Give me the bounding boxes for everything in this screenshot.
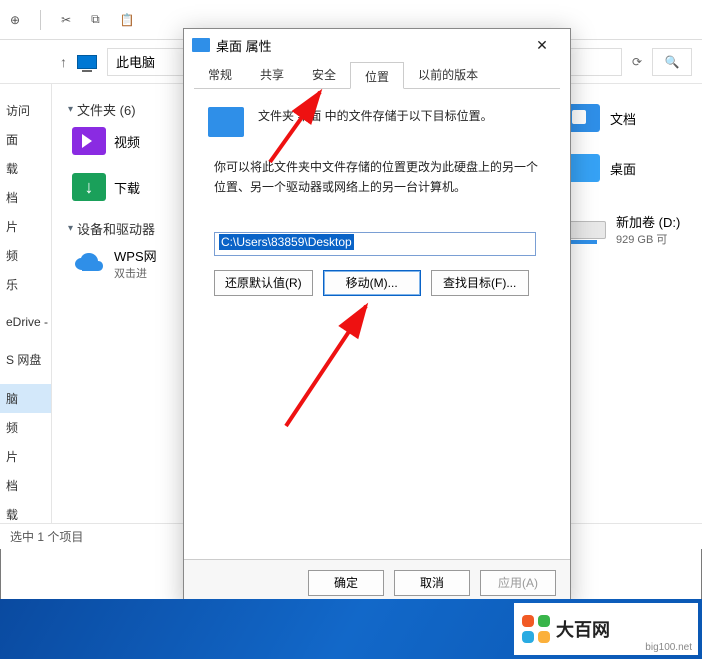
copy-icon[interactable]: ⧉ [91, 12, 100, 27]
sidebar-item[interactable]: 访问 [0, 96, 51, 125]
tab-sharing[interactable]: 共享 [246, 61, 298, 88]
watermark-logo-icon [522, 615, 550, 643]
sidebar-item[interactable]: 档 [0, 183, 51, 212]
folder-icon [192, 38, 210, 52]
drive-wps[interactable]: WPS网 双击进 [68, 242, 161, 285]
group-devices-label: 设备和驱动器 [77, 219, 155, 238]
restore-default-button[interactable]: 还原默认值(R) [214, 270, 313, 296]
desktop-folder-icon [566, 154, 600, 182]
video-folder-icon [72, 127, 106, 155]
drive-label: 新加卷 (D:) [616, 212, 680, 231]
dialog-titlebar[interactable]: 桌面 属性 ✕ [184, 29, 570, 61]
desktop-folder-icon [208, 107, 244, 137]
folder-downloads[interactable]: 下载 [68, 169, 144, 205]
group-folders-label: 文件夹 (6) [77, 100, 136, 119]
find-target-button[interactable]: 查找目标(F)... [431, 270, 529, 296]
folder-desktop[interactable]: 桌面 [566, 154, 686, 182]
cut-icon[interactable]: ✂ [61, 13, 71, 27]
new-icon[interactable]: ⊕ [10, 13, 20, 27]
statusbar-text: 选中 1 个项目 [10, 528, 83, 545]
folder-label: 桌面 [610, 159, 636, 178]
paste-icon[interactable]: 📋 [120, 13, 135, 27]
properties-dialog: 桌面 属性 ✕ 常规 共享 安全 位置 以前的版本 文件夹 桌面 中的文件存储于… [183, 28, 571, 606]
separator [40, 10, 41, 30]
search-input[interactable]: 🔍 [652, 48, 692, 76]
drive-icon [566, 221, 606, 239]
sidebar-item[interactable]: S 网盘 [0, 345, 51, 374]
drive-label: WPS网 [114, 246, 157, 265]
close-icon[interactable]: ✕ [522, 37, 562, 54]
cancel-button[interactable]: 取消 [394, 570, 470, 596]
breadcrumb-text: 此电脑 [116, 52, 155, 71]
path-value: C:\Users\83859\Desktop [219, 234, 354, 250]
drive-sublabel: 929 GB 可 [616, 231, 680, 247]
tabs: 常规 共享 安全 位置 以前的版本 [194, 61, 560, 89]
sidebar-item-thispc[interactable]: 脑 [0, 384, 51, 413]
sidebar-item[interactable]: 片 [0, 212, 51, 241]
folder-video[interactable]: 视频 [68, 123, 144, 159]
sidebar-item[interactable]: 载 [0, 500, 51, 523]
sidebar-item[interactable]: 频 [0, 413, 51, 442]
folder-label: 文档 [610, 109, 636, 128]
drive-sublabel: 双击进 [114, 265, 157, 281]
sidebar-item[interactable]: eDrive - Pers [0, 309, 51, 335]
location-info: 文件夹 桌面 中的文件存储于以下目标位置。 [258, 107, 493, 126]
tab-location[interactable]: 位置 [350, 62, 404, 89]
chevron-down-icon: ▾ [68, 104, 73, 115]
cloud-icon [72, 250, 106, 278]
watermark-text: 大百网 [556, 616, 610, 642]
location-description: 你可以将此文件夹中文件存储的位置更改为此硬盘上的另一个 位置、另一个驱动器或网络… [214, 157, 546, 198]
sidebar-item[interactable]: 乐 [0, 270, 51, 299]
sidebar-item[interactable]: 档 [0, 471, 51, 500]
watermark: 大百网 big100.net [514, 603, 698, 655]
tab-security[interactable]: 安全 [298, 61, 350, 88]
sidebar-item[interactable]: 面 [0, 125, 51, 154]
watermark-url: big100.net [645, 642, 692, 653]
pc-icon [77, 55, 97, 69]
documents-folder-icon [566, 104, 600, 132]
apply-button[interactable]: 应用(A) [480, 570, 556, 596]
drive-d[interactable]: 新加卷 (D:) 929 GB 可 [566, 212, 686, 247]
folder-label: 视频 [114, 132, 140, 151]
path-input[interactable]: C:\Users\83859\Desktop [214, 232, 536, 256]
download-folder-icon [72, 173, 106, 201]
move-button[interactable]: 移动(M)... [323, 270, 421, 296]
folder-documents[interactable]: 文档 [566, 104, 686, 132]
sidebar: 访问 面 载 档 片 频 乐 eDrive - Pers S 网盘 脑 频 片 … [0, 84, 52, 523]
sidebar-item[interactable]: 载 [0, 154, 51, 183]
tab-general[interactable]: 常规 [194, 61, 246, 88]
up-icon[interactable]: ↑ [60, 54, 67, 70]
tab-previous[interactable]: 以前的版本 [404, 61, 492, 88]
refresh-icon[interactable]: ⟳ [632, 55, 642, 69]
ok-button[interactable]: 确定 [308, 570, 384, 596]
folder-label: 下载 [114, 178, 140, 197]
chevron-down-icon: ▾ [68, 223, 73, 234]
sidebar-item[interactable]: 片 [0, 442, 51, 471]
sidebar-item[interactable]: 频 [0, 241, 51, 270]
dialog-title: 桌面 属性 [216, 36, 272, 55]
